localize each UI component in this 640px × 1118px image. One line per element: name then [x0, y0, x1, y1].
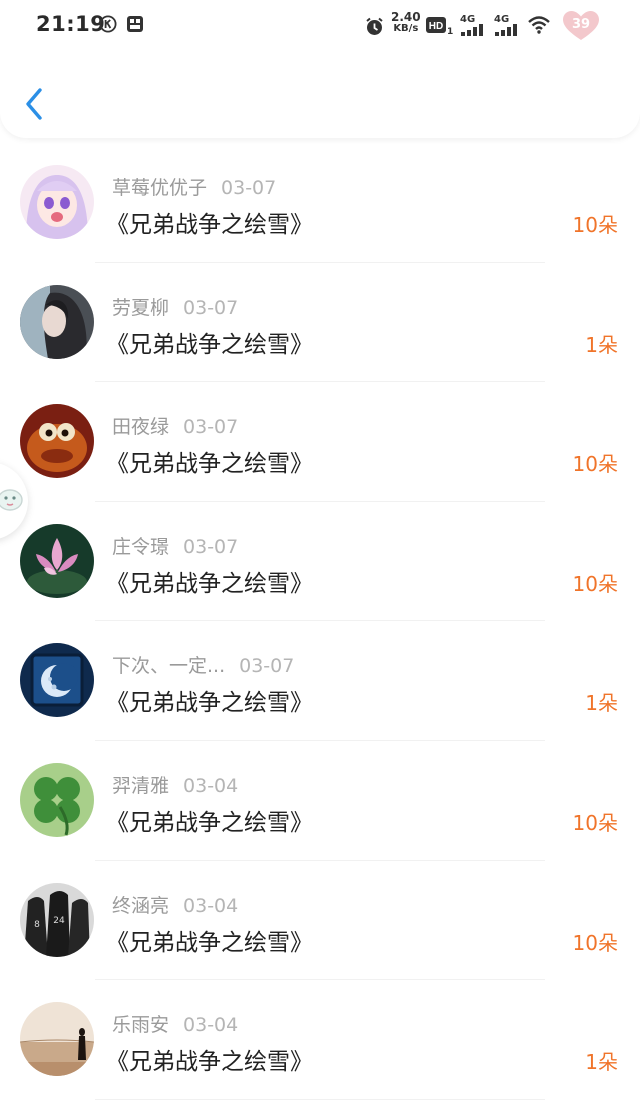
book-title[interactable]: 《兄弟战争之绘雪》	[106, 803, 313, 837]
date: 03-07	[183, 535, 239, 558]
username[interactable]: 草莓优优子	[112, 177, 207, 199]
list-item[interactable]: 劳夏柳 03-07 《兄弟战争之绘雪》 1朵	[0, 263, 640, 383]
divider	[95, 1098, 545, 1100]
book-title[interactable]: 《兄弟战争之绘雪》	[106, 683, 313, 717]
flower-count: 10朵	[572, 571, 618, 596]
avatar[interactable]: 8 24	[20, 882, 94, 957]
list-item[interactable]: 庄令璟 03-07 《兄弟战争之绘雪》 10朵	[0, 502, 640, 622]
avatar[interactable]	[20, 762, 94, 837]
username[interactable]: 庄令璟	[112, 536, 169, 558]
date: 03-04	[183, 894, 239, 917]
item-meta: 庄令璟 03-07	[112, 532, 238, 559]
network-speed: 2.40 KB/s	[391, 10, 421, 34]
avatar[interactable]	[20, 165, 94, 239]
gallery-icon	[127, 16, 143, 32]
item-meta: 劳夏柳 03-07	[112, 293, 238, 320]
username[interactable]: 羿清雅	[112, 775, 169, 797]
username[interactable]: 田夜绿	[112, 416, 169, 438]
list-item[interactable]: 乐雨安 03-04 《兄弟战争之绘雪》 1朵	[0, 980, 640, 1100]
avatar[interactable]	[20, 404, 94, 479]
date: 03-07	[221, 177, 277, 199]
item-meta: 下次、一定... 03-07	[112, 651, 294, 678]
speed-value: 2.40	[391, 10, 421, 24]
list-item[interactable]: 羿清雅 03-04 《兄弟战争之绘雪》 10朵	[0, 741, 640, 861]
item-meta: 羿清雅 03-04	[112, 771, 238, 798]
status-bar: 21:19 2.40 KB/s HD 1 4G 4G 39	[0, 0, 640, 52]
flower-count: 1朵	[585, 691, 618, 716]
username[interactable]: 终涵亮	[112, 895, 169, 917]
item-meta: 草莓优优子 03-07	[112, 173, 276, 200]
alarm-icon	[366, 17, 383, 35]
svg-text:HD: HD	[429, 21, 443, 32]
avatar[interactable]	[20, 523, 94, 598]
chevron-left-icon	[26, 88, 42, 120]
mascot-icon	[0, 489, 23, 511]
date: 03-07	[183, 416, 239, 439]
list-item[interactable]: 下次、一定... 03-07 《兄弟战争之绘雪》 1朵	[0, 621, 640, 741]
list-item[interactable]: 8 24 终涵亮 03-04 《兄弟战争之绘雪》 10朵	[0, 861, 640, 981]
flower-count: 1朵	[585, 1050, 618, 1075]
svg-text:24: 24	[53, 916, 65, 926]
username[interactable]: 乐雨安	[112, 1014, 169, 1036]
gift-record-list: 草莓优优子 03-07 《兄弟战争之绘雪》 10朵 劳夏柳 03-07 《兄弟战争之…	[0, 143, 640, 1100]
item-meta: 终涵亮 03-04	[112, 891, 238, 918]
signal-icon	[495, 24, 517, 36]
status-time: 21:19	[36, 12, 106, 36]
flower-count: 1朵	[585, 332, 618, 357]
signal-icon	[461, 24, 483, 36]
battery-heart-icon: 39	[563, 11, 599, 41]
hd-sub-label: 1	[447, 27, 454, 37]
book-title[interactable]: 《兄弟战争之绘雪》	[106, 923, 313, 957]
flower-count: 10朵	[572, 452, 618, 477]
k-circle-icon	[99, 15, 117, 33]
wifi-icon	[528, 16, 550, 34]
list-item[interactable]: 草莓优优子 03-07 《兄弟战争之绘雪》 10朵	[0, 143, 640, 263]
date: 03-04	[183, 1014, 239, 1037]
page: 21:19 2.40 KB/s HD 1 4G 4G 39 草莓优优子 03-0…	[0, 0, 640, 1118]
avatar[interactable]	[20, 643, 94, 718]
flower-count: 10朵	[572, 213, 618, 237]
flower-count: 10朵	[572, 810, 618, 835]
back-button[interactable]	[18, 84, 52, 124]
book-title[interactable]: 《兄弟战争之绘雪》	[106, 1042, 313, 1076]
book-title[interactable]: 《兄弟战争之绘雪》	[106, 325, 313, 359]
date: 03-07	[239, 655, 295, 678]
list-item[interactable]: 田夜绿 03-07 《兄弟战争之绘雪》 10朵	[0, 382, 640, 502]
speed-unit: KB/s	[393, 23, 419, 34]
header: 21:19 2.40 KB/s HD 1 4G 4G 39	[0, 0, 640, 138]
book-title[interactable]: 《兄弟战争之绘雪》	[106, 205, 313, 239]
date: 03-04	[183, 774, 239, 797]
battery-level: 39	[571, 17, 591, 32]
avatar[interactable]	[20, 284, 94, 359]
svg-text:8: 8	[34, 920, 40, 930]
username[interactable]: 劳夏柳	[112, 297, 169, 319]
item-meta: 田夜绿 03-07	[112, 412, 238, 439]
date: 03-07	[183, 296, 239, 319]
username[interactable]: 下次、一定...	[112, 655, 225, 677]
book-title[interactable]: 《兄弟战争之绘雪》	[106, 444, 313, 478]
item-meta: 乐雨安 03-04	[112, 1010, 238, 1037]
flower-count: 10朵	[572, 930, 618, 955]
book-title[interactable]: 《兄弟战争之绘雪》	[106, 564, 313, 598]
avatar[interactable]	[20, 1002, 94, 1077]
